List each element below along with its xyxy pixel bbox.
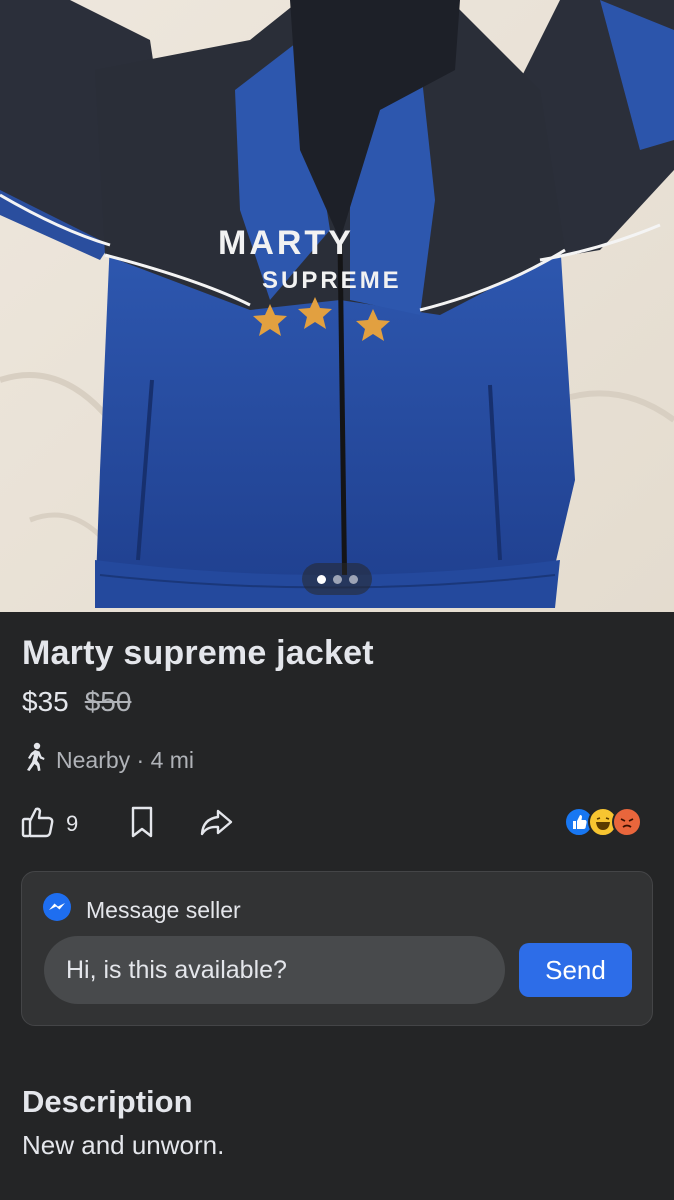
location-text: Nearby · 4 mi <box>56 746 195 773</box>
send-button[interactable]: Send <box>519 943 632 997</box>
page-dot-1[interactable] <box>316 574 326 584</box>
reaction-summary[interactable] <box>564 807 644 839</box>
thumbs-up-icon <box>20 804 56 845</box>
description-heading: Description <box>22 1084 193 1119</box>
bookmark-icon <box>124 804 160 845</box>
message-seller-card: Message seller Send <box>21 871 653 1026</box>
message-seller-header: Message seller <box>42 892 241 928</box>
like-count: 9 <box>66 811 79 836</box>
original-price: $50 <box>84 686 132 717</box>
angry-reaction-icon <box>612 807 642 837</box>
walking-person-icon <box>22 742 48 778</box>
jacket-print-line1: MARTY <box>218 224 354 262</box>
price-row: $35 $50 <box>22 686 131 718</box>
share-button[interactable] <box>198 803 234 845</box>
current-price: $35 <box>22 686 69 717</box>
action-bar: 9 <box>20 803 654 845</box>
location-row[interactable]: Nearby · 4 mi <box>22 742 194 778</box>
jacket-illustration: MARTY SUPREME <box>0 0 674 612</box>
like-button[interactable]: 9 <box>20 803 78 845</box>
messenger-icon <box>42 892 72 928</box>
message-input[interactable] <box>44 936 505 1004</box>
share-icon <box>198 804 234 845</box>
product-photo[interactable]: MARTY SUPREME <box>0 0 674 612</box>
page-dot-2[interactable] <box>332 574 342 584</box>
message-seller-title: Message seller <box>86 896 241 923</box>
save-button[interactable] <box>124 803 160 845</box>
page-dot-3[interactable] <box>348 574 358 584</box>
jacket-print-line2: SUPREME <box>262 267 402 294</box>
listing-title: Marty supreme jacket <box>22 634 374 672</box>
photo-pagination[interactable] <box>302 563 372 595</box>
description-text: New and unworn. <box>22 1130 225 1160</box>
